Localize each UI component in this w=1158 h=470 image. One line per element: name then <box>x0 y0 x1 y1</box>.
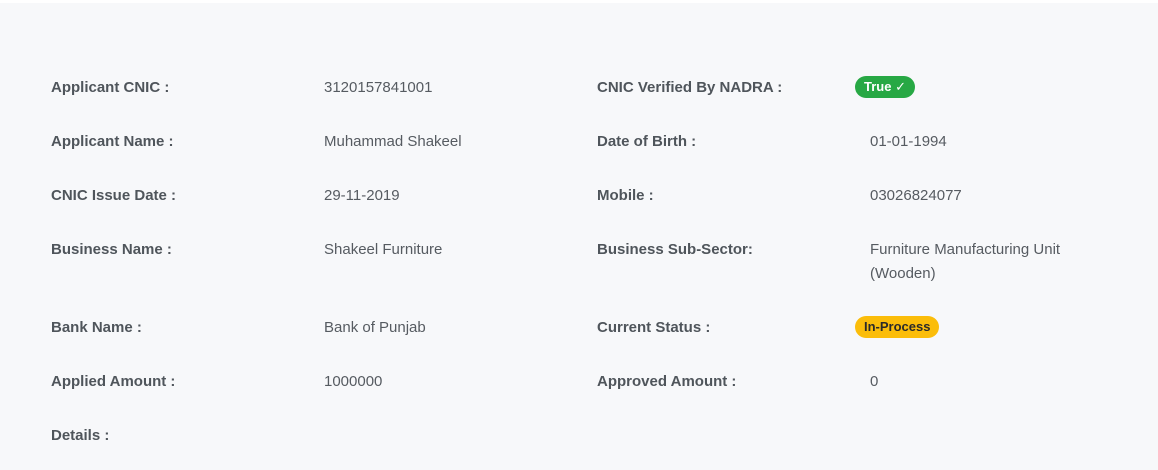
date-of-birth-value: 01-01-1994 <box>870 133 947 150</box>
date-of-birth-label: Date of Birth : <box>597 133 697 150</box>
business-sub-sector-label: Business Sub-Sector: <box>597 241 753 258</box>
cnic-verified-label: CNIC Verified By NADRA : <box>597 79 783 96</box>
current-status-badge: In-Process <box>855 316 940 338</box>
business-name-value: Shakeel Furniture <box>324 241 443 258</box>
bank-name-value: Bank of Punjab <box>324 319 426 336</box>
applied-amount-label: Applied Amount : <box>51 373 176 390</box>
cnic-issue-date-value: 29-11-2019 <box>324 187 400 204</box>
approved-amount-label: Approved Amount : <box>597 373 737 390</box>
mobile-value: 03026824077 <box>870 187 962 204</box>
cnic-issue-date-label: CNIC Issue Date : <box>51 187 177 204</box>
cnic-verified-badge: True ✓ <box>855 76 915 98</box>
mobile-label: Mobile : <box>597 187 654 204</box>
applied-amount-value: 1000000 <box>324 373 383 390</box>
bank-name-label: Bank Name : <box>51 319 142 336</box>
details-label: Details : <box>51 427 110 444</box>
business-sub-sector-value: Furniture Manufacturing Unit (Wooden) <box>870 241 1061 282</box>
applicant-cnic-label: Applicant CNIC : <box>51 79 170 96</box>
approved-amount-value: 0 <box>870 373 879 390</box>
applicant-details-panel: Applicant CNIC : 3120157841001 CNIC Veri… <box>0 3 1158 470</box>
applicant-name-value: Muhammad Shakeel <box>324 133 462 150</box>
applicant-name-label: Applicant Name : <box>51 133 174 150</box>
applicant-cnic-value: 3120157841001 <box>324 79 433 96</box>
current-status-label: Current Status : <box>597 319 711 336</box>
business-name-label: Business Name : <box>51 241 172 258</box>
